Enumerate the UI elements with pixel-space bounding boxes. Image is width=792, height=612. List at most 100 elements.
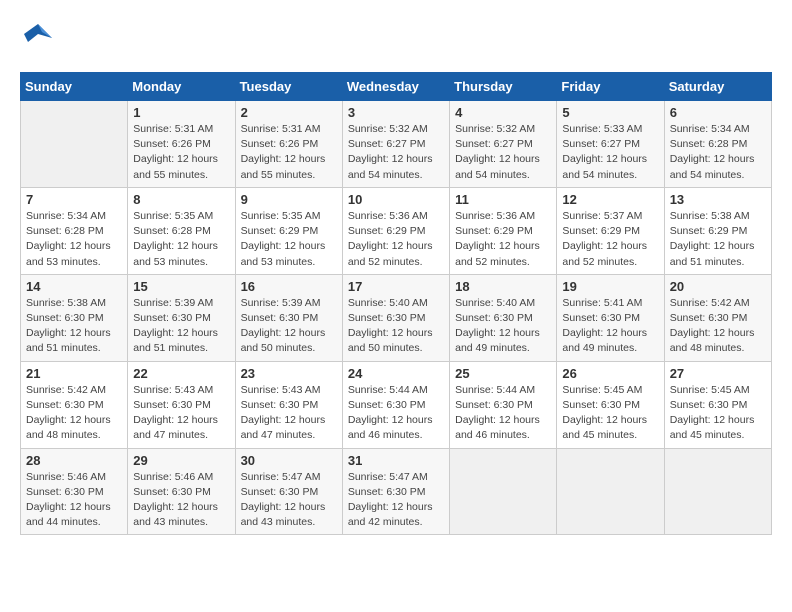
logo-icon: [20, 20, 56, 56]
day-number: 11: [455, 192, 551, 207]
day-number: 17: [348, 279, 444, 294]
day-info: Sunrise: 5:39 AM Sunset: 6:30 PM Dayligh…: [133, 296, 229, 357]
calendar-cell: 4 Sunrise: 5:32 AM Sunset: 6:27 PM Daylig…: [450, 101, 557, 188]
day-info: Sunrise: 5:41 AM Sunset: 6:30 PM Dayligh…: [562, 296, 658, 357]
calendar-cell: [21, 101, 128, 188]
calendar-cell: [664, 448, 771, 535]
day-number: 28: [26, 453, 122, 468]
calendar-cell: 12 Sunrise: 5:37 AM Sunset: 6:29 PM Dayli…: [557, 187, 664, 274]
calendar-cell: 31 Sunrise: 5:47 AM Sunset: 6:30 PM Dayli…: [342, 448, 449, 535]
day-info: Sunrise: 5:44 AM Sunset: 6:30 PM Dayligh…: [348, 383, 444, 444]
day-info: Sunrise: 5:47 AM Sunset: 6:30 PM Dayligh…: [241, 470, 337, 531]
calendar-cell: 23Sunrise: 5:43 AM Sunset: 6:30 PM Dayli…: [235, 361, 342, 448]
calendar-cell: 13 Sunrise: 5:38 AM Sunset: 6:29 PM Dayli…: [664, 187, 771, 274]
weekday-header-saturday: Saturday: [664, 73, 771, 101]
day-info: Sunrise: 5:39 AM Sunset: 6:30 PM Dayligh…: [241, 296, 337, 357]
day-number: 23: [241, 366, 337, 381]
day-number: 18: [455, 279, 551, 294]
day-info: Sunrise: 5:38 AM Sunset: 6:30 PM Dayligh…: [26, 296, 122, 357]
weekday-header-monday: Monday: [128, 73, 235, 101]
calendar-cell: 24 Sunrise: 5:44 AM Sunset: 6:30 PM Dayli…: [342, 361, 449, 448]
day-number: 19: [562, 279, 658, 294]
calendar-week-row: 7 Sunrise: 5:34 AM Sunset: 6:28 PM Daylig…: [21, 187, 772, 274]
day-info: Sunrise: 5:33 AM Sunset: 6:27 PM Dayligh…: [562, 122, 658, 183]
calendar-week-row: 28 Sunrise: 5:46 AM Sunset: 6:30 PM Dayli…: [21, 448, 772, 535]
calendar-cell: 7 Sunrise: 5:34 AM Sunset: 6:28 PM Daylig…: [21, 187, 128, 274]
day-number: 25: [455, 366, 551, 381]
calendar-week-row: 1 Sunrise: 5:31 AM Sunset: 6:26 PM Daylig…: [21, 101, 772, 188]
day-info: Sunrise: 5:37 AM Sunset: 6:29 PM Dayligh…: [562, 209, 658, 270]
calendar-cell: 9Sunrise: 5:35 AM Sunset: 6:29 PM Daylig…: [235, 187, 342, 274]
day-info: Sunrise: 5:45 AM Sunset: 6:30 PM Dayligh…: [670, 383, 766, 444]
day-info: Sunrise: 5:35 AM Sunset: 6:28 PM Dayligh…: [133, 209, 229, 270]
day-number: 31: [348, 453, 444, 468]
day-info: Sunrise: 5:40 AM Sunset: 6:30 PM Dayligh…: [348, 296, 444, 357]
day-info: Sunrise: 5:46 AM Sunset: 6:30 PM Dayligh…: [26, 470, 122, 531]
calendar-cell: 29 Sunrise: 5:46 AM Sunset: 6:30 PM Dayli…: [128, 448, 235, 535]
day-number: 2: [241, 105, 337, 120]
day-info: Sunrise: 5:42 AM Sunset: 6:30 PM Dayligh…: [26, 383, 122, 444]
calendar-cell: 18 Sunrise: 5:40 AM Sunset: 6:30 PM Dayli…: [450, 274, 557, 361]
day-number: 12: [562, 192, 658, 207]
day-info: Sunrise: 5:31 AM Sunset: 6:26 PM Dayligh…: [241, 122, 337, 183]
calendar-cell: 3 Sunrise: 5:32 AM Sunset: 6:27 PM Daylig…: [342, 101, 449, 188]
calendar-week-row: 14 Sunrise: 5:38 AM Sunset: 6:30 PM Dayli…: [21, 274, 772, 361]
weekday-header-thursday: Thursday: [450, 73, 557, 101]
weekday-header-tuesday: Tuesday: [235, 73, 342, 101]
day-number: 5: [562, 105, 658, 120]
calendar-cell: 21 Sunrise: 5:42 AM Sunset: 6:30 PM Dayli…: [21, 361, 128, 448]
calendar-cell: [557, 448, 664, 535]
calendar-cell: 22Sunrise: 5:43 AM Sunset: 6:30 PM Dayli…: [128, 361, 235, 448]
calendar-cell: 2 Sunrise: 5:31 AM Sunset: 6:26 PM Daylig…: [235, 101, 342, 188]
day-number: 8: [133, 192, 229, 207]
day-number: 30: [241, 453, 337, 468]
day-info: Sunrise: 5:36 AM Sunset: 6:29 PM Dayligh…: [455, 209, 551, 270]
day-number: 9: [241, 192, 337, 207]
calendar-cell: 14 Sunrise: 5:38 AM Sunset: 6:30 PM Dayli…: [21, 274, 128, 361]
day-number: 1: [133, 105, 229, 120]
day-info: Sunrise: 5:32 AM Sunset: 6:27 PM Dayligh…: [455, 122, 551, 183]
calendar-cell: 26Sunrise: 5:45 AM Sunset: 6:30 PM Dayli…: [557, 361, 664, 448]
day-number: 24: [348, 366, 444, 381]
day-number: 21: [26, 366, 122, 381]
day-info: Sunrise: 5:43 AM Sunset: 6:30 PM Dayligh…: [133, 383, 229, 444]
calendar-cell: 20Sunrise: 5:42 AM Sunset: 6:30 PM Dayli…: [664, 274, 771, 361]
day-info: Sunrise: 5:34 AM Sunset: 6:28 PM Dayligh…: [670, 122, 766, 183]
weekday-header-sunday: Sunday: [21, 73, 128, 101]
day-info: Sunrise: 5:34 AM Sunset: 6:28 PM Dayligh…: [26, 209, 122, 270]
day-number: 7: [26, 192, 122, 207]
calendar-week-row: 21 Sunrise: 5:42 AM Sunset: 6:30 PM Dayli…: [21, 361, 772, 448]
weekday-header-friday: Friday: [557, 73, 664, 101]
logo: [20, 20, 60, 56]
calendar-cell: 30 Sunrise: 5:47 AM Sunset: 6:30 PM Dayli…: [235, 448, 342, 535]
day-info: Sunrise: 5:36 AM Sunset: 6:29 PM Dayligh…: [348, 209, 444, 270]
calendar-cell: 19 Sunrise: 5:41 AM Sunset: 6:30 PM Dayli…: [557, 274, 664, 361]
day-number: 3: [348, 105, 444, 120]
day-info: Sunrise: 5:38 AM Sunset: 6:29 PM Dayligh…: [670, 209, 766, 270]
day-number: 14: [26, 279, 122, 294]
calendar-header: SundayMondayTuesdayWednesdayThursdayFrid…: [21, 73, 772, 101]
day-number: 13: [670, 192, 766, 207]
calendar-cell: 6 Sunrise: 5:34 AM Sunset: 6:28 PM Daylig…: [664, 101, 771, 188]
calendar-cell: 27Sunrise: 5:45 AM Sunset: 6:30 PM Dayli…: [664, 361, 771, 448]
calendar-cell: 25 Sunrise: 5:44 AM Sunset: 6:30 PM Dayli…: [450, 361, 557, 448]
calendar-table: SundayMondayTuesdayWednesdayThursdayFrid…: [20, 72, 772, 535]
day-number: 29: [133, 453, 229, 468]
calendar-cell: 16Sunrise: 5:39 AM Sunset: 6:30 PM Dayli…: [235, 274, 342, 361]
calendar-cell: 28 Sunrise: 5:46 AM Sunset: 6:30 PM Dayli…: [21, 448, 128, 535]
day-info: Sunrise: 5:32 AM Sunset: 6:27 PM Dayligh…: [348, 122, 444, 183]
day-info: Sunrise: 5:40 AM Sunset: 6:30 PM Dayligh…: [455, 296, 551, 357]
calendar-cell: [450, 448, 557, 535]
day-number: 6: [670, 105, 766, 120]
day-info: Sunrise: 5:47 AM Sunset: 6:30 PM Dayligh…: [348, 470, 444, 531]
day-info: Sunrise: 5:46 AM Sunset: 6:30 PM Dayligh…: [133, 470, 229, 531]
calendar-cell: 17 Sunrise: 5:40 AM Sunset: 6:30 PM Dayli…: [342, 274, 449, 361]
day-number: 10: [348, 192, 444, 207]
day-number: 15: [133, 279, 229, 294]
day-info: Sunrise: 5:44 AM Sunset: 6:30 PM Dayligh…: [455, 383, 551, 444]
weekday-header-wednesday: Wednesday: [342, 73, 449, 101]
calendar-cell: 8 Sunrise: 5:35 AM Sunset: 6:28 PM Daylig…: [128, 187, 235, 274]
day-number: 4: [455, 105, 551, 120]
day-info: Sunrise: 5:42 AM Sunset: 6:30 PM Dayligh…: [670, 296, 766, 357]
day-info: Sunrise: 5:45 AM Sunset: 6:30 PM Dayligh…: [562, 383, 658, 444]
